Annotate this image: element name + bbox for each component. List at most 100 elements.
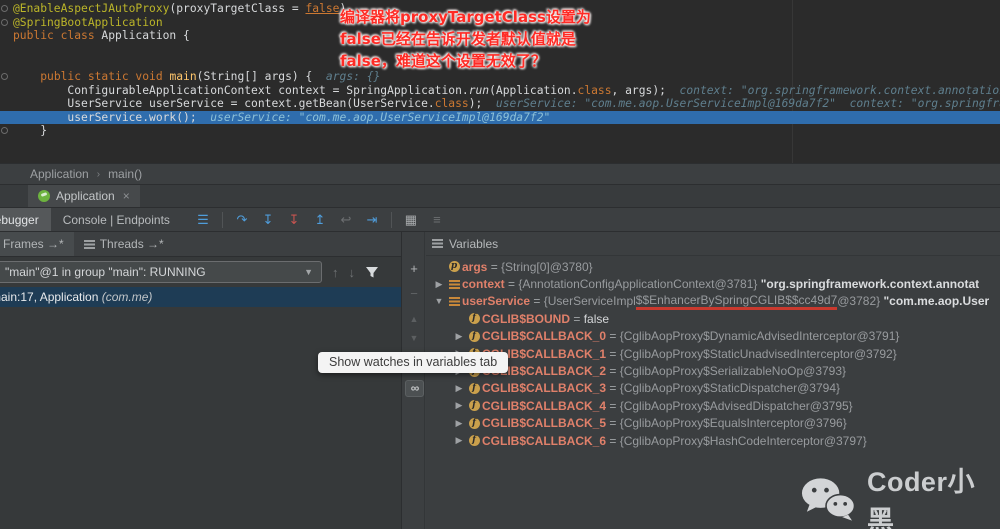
variable-name: CGLIB$CALLBACK_3 [482, 381, 606, 395]
move-watch-down-button[interactable]: ▼ [403, 331, 425, 345]
watermark-text: Coder小黑 [867, 460, 1000, 529]
wechat-icon [800, 476, 857, 522]
breadcrumb-item-method[interactable]: main() [108, 167, 142, 181]
variable-row[interactable]: pargs = {String[0]@3780} [426, 258, 1000, 275]
threads-icon [84, 240, 95, 249]
code-line: userService.work(); userService: "com.me… [13, 111, 1000, 125]
field-icon: f [469, 313, 480, 324]
variable-value: {CglibAopProxy$EqualsInterceptor@3796} [620, 416, 847, 430]
step-into-icon[interactable]: ↧ [257, 208, 279, 231]
object-icon [449, 280, 460, 289]
expander-closed-icon[interactable]: ▶ [452, 400, 466, 411]
variable-row[interactable]: ▶fCGLIB$CALLBACK_0 = {CglibAopProxy$Dyna… [426, 328, 1000, 345]
chevron-right-icon: › [97, 169, 100, 180]
equals-sign: = [606, 399, 620, 413]
variable-row[interactable]: ▼userService = {UserServiceImpl$$Enhance… [426, 293, 1000, 310]
run-tab-application[interactable]: Application × [28, 185, 140, 207]
code-line: ConfigurableApplicationContext context =… [13, 84, 1000, 98]
tab-debugger[interactable]: Debugger [0, 208, 51, 231]
annotation-note-line: 编译器将proxyTargetClass设置为 [340, 6, 591, 28]
variable-row[interactable]: ▶context = {AnnotationConfigApplicationC… [426, 275, 1000, 292]
equals-sign: = [606, 347, 620, 361]
equals-sign: = [487, 260, 501, 274]
equals-sign: = [505, 277, 519, 291]
fold-marker-icon[interactable] [1, 127, 8, 134]
code-editor[interactable]: @EnableAspectJAutoProxy(proxyTargetClass… [0, 0, 1000, 163]
variable-value-underlined: $$EnhancerBySpringCGLIB$$cc49d7 [636, 293, 837, 310]
drop-frame-icon[interactable]: ↩ [335, 208, 357, 231]
variable-row[interactable]: ▶fCGLIB$CALLBACK_1 = {CglibAopProxy$Stat… [426, 345, 1000, 362]
frames-tabs: Frames →* Threads →* [0, 232, 401, 257]
expander-closed-icon[interactable]: ▶ [452, 435, 466, 446]
variable-row[interactable]: ▶fCGLIB$CALLBACK_5 = {CglibAopProxy$Equa… [426, 415, 1000, 432]
stack-frame-selected[interactable]: main:17, Application (com.me) [0, 287, 401, 307]
parameter-icon: p [449, 261, 460, 272]
variables-title: Variables [449, 237, 498, 251]
variable-row[interactable]: fCGLIB$BOUND = false [426, 310, 1000, 327]
view-options-icon[interactable]: ☰ [192, 208, 214, 231]
tab-console-endpoints[interactable]: Console | Endpoints [51, 208, 182, 231]
variable-value: {String[0]@3780} [501, 260, 593, 274]
variable-value-string: "com.me.aop.User [883, 294, 989, 308]
expander-closed-icon[interactable]: ▶ [452, 331, 466, 342]
expander-open-icon[interactable]: ▼ [432, 296, 446, 306]
expander-closed-icon[interactable]: ▶ [432, 279, 446, 290]
tooltip-show-watches: Show watches in variables tab [318, 352, 508, 373]
fold-marker-icon[interactable] [1, 73, 8, 80]
thread-selector-row: "main"@1 in group "main": RUNNING ▼ ↑ ↓ [0, 257, 401, 287]
variable-row[interactable]: ▶fCGLIB$CALLBACK_2 = {CglibAopProxy$Seri… [426, 362, 1000, 379]
move-watch-up-button[interactable]: ▲ [403, 312, 425, 326]
spring-boot-icon [38, 190, 50, 202]
breadcrumb: Application › main() [0, 163, 1000, 184]
step-over-icon[interactable]: ↷ [231, 208, 253, 231]
tab-frames[interactable]: Frames →* [0, 232, 74, 256]
evaluate-expression-icon[interactable]: ▦ [400, 208, 422, 231]
equals-sign: = [530, 294, 544, 308]
fold-marker-icon[interactable] [1, 5, 8, 12]
variable-row[interactable]: ▶fCGLIB$CALLBACK_6 = {CglibAopProxy$Hash… [426, 432, 1000, 449]
variable-value: {CglibAopProxy$StaticUnadvisedIntercepto… [620, 347, 897, 361]
close-icon[interactable]: × [123, 189, 130, 203]
run-to-cursor-icon[interactable]: ⇥ [361, 208, 383, 231]
show-watches-button[interactable]: ∞ [405, 380, 424, 397]
expander-closed-icon[interactable]: ▶ [452, 383, 466, 394]
field-icon: f [469, 331, 480, 342]
previous-frame-button[interactable]: ↑ [332, 265, 339, 280]
variable-name: args [462, 260, 487, 274]
variable-value: {CglibAopProxy$DynamicAdvisedInterceptor… [620, 329, 900, 343]
variable-value: {UserServiceImpl [544, 294, 636, 308]
force-step-into-icon[interactable]: ↧ [283, 208, 305, 231]
variable-value: {CglibAopProxy$AdvisedDispatcher@3795} [620, 399, 853, 413]
next-frame-button[interactable]: ↓ [349, 265, 356, 280]
code-line: public static void main(String[] args) {… [13, 70, 1000, 84]
equals-sign: = [606, 434, 620, 448]
variable-name: CGLIB$CALLBACK_6 [482, 434, 606, 448]
watermark: Coder小黑 [800, 460, 1000, 529]
annotation-note-line: false，难道这个设置无效了？ [340, 50, 591, 72]
thread-selector-dropdown[interactable]: "main"@1 in group "main": RUNNING ▼ [0, 261, 322, 283]
variable-row[interactable]: ▶fCGLIB$CALLBACK_3 = {CglibAopProxy$Stat… [426, 380, 1000, 397]
filter-icon[interactable] [365, 265, 379, 279]
fold-marker-icon[interactable] [1, 19, 8, 26]
watches-toolbar: + − ▲ ▼ ∞ [403, 232, 425, 529]
variable-value: {AnnotationConfigApplicationContext@3781… [518, 277, 760, 291]
equals-sign: = [570, 312, 584, 326]
breadcrumb-item-class[interactable]: Application [30, 167, 89, 181]
code-line: } [13, 124, 1000, 138]
expander-closed-icon[interactable]: ▶ [452, 418, 466, 429]
step-out-icon[interactable]: ↥ [309, 208, 331, 231]
thread-selector-value: "main"@1 in group "main": RUNNING [5, 265, 206, 279]
variable-value: {CglibAopProxy$SerializableNoOp@3793} [620, 364, 846, 378]
variable-value: {CglibAopProxy$StaticDispatcher@3794} [620, 381, 840, 395]
toolbar-separator [391, 212, 392, 228]
frames-panel: Frames →* Threads →* "main"@1 in group "… [0, 232, 402, 529]
add-watch-button[interactable]: + [403, 262, 425, 276]
layout-settings-icon[interactable]: ≡ [426, 208, 448, 231]
tab-frames-label: Frames →* [3, 237, 64, 251]
code-line: UserService userService = context.getBea… [13, 97, 1000, 111]
remove-watch-button[interactable]: − [403, 287, 425, 301]
variable-name: CGLIB$BOUND [482, 312, 570, 326]
tab-threads[interactable]: Threads →* [74, 232, 174, 256]
run-tab-spacer [0, 185, 28, 207]
variable-row[interactable]: ▶fCGLIB$CALLBACK_4 = {CglibAopProxy$Advi… [426, 397, 1000, 414]
